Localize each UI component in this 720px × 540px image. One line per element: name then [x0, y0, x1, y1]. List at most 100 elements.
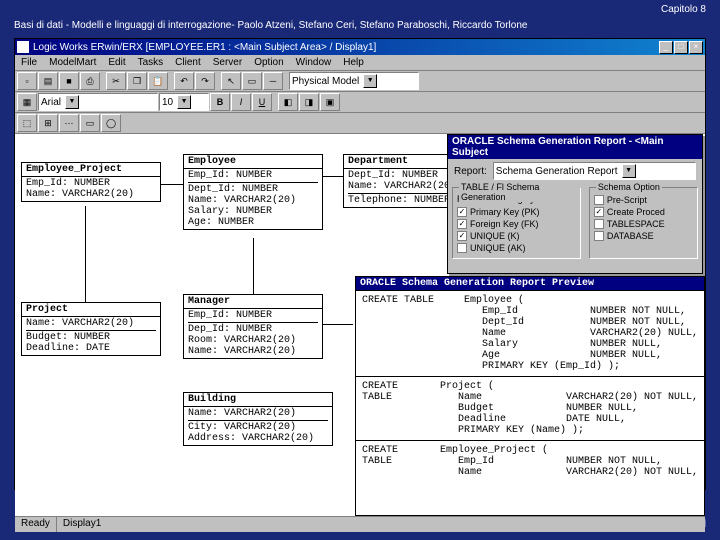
menu-edit[interactable]: Edit: [102, 56, 131, 69]
group-title: Schema Option: [596, 182, 662, 192]
chevron-down-icon[interactable]: ▼: [65, 95, 79, 109]
tb-rel-icon[interactable]: ─: [263, 72, 283, 90]
chk-unique1[interactable]: ✓UNIQUE (K): [457, 230, 576, 242]
tb-e-icon[interactable]: ◯: [101, 114, 121, 132]
chk-unique2[interactable]: UNIQUE (AK): [457, 242, 576, 254]
fontsize-text: 10: [162, 97, 173, 108]
status-display: Display1: [57, 517, 107, 532]
app-title: Logic Works ERwin/ERX [EMPLOYEE.ER1 : <M…: [33, 42, 659, 53]
menu-modelmart[interactable]: ModelMart: [43, 56, 102, 69]
rel-line: [323, 324, 353, 325]
model-combo-text: Physical Model: [292, 76, 359, 87]
entity-attr: Emp_Id: NUMBER: [188, 170, 318, 181]
tb-save-icon[interactable]: ■: [59, 72, 79, 90]
tb-italic-icon[interactable]: I: [231, 93, 251, 111]
tb-a-icon[interactable]: ⬚: [17, 114, 37, 132]
tb-copy-icon[interactable]: ❐: [127, 72, 147, 90]
entity-attr: Room: VARCHAR2(20): [188, 335, 318, 346]
menu-option[interactable]: Option: [248, 56, 289, 69]
entity-attr: Name: VARCHAR2(20): [188, 408, 328, 419]
entity-attr: Emp_Id: NUMBER: [188, 310, 318, 321]
menu-tasks[interactable]: Tasks: [132, 56, 170, 69]
entity-manager[interactable]: Manager Emp_Id: NUMBER Dep_Id: NUMBER Ro…: [183, 294, 323, 359]
entity-attr: Dept_Id: NUMBER: [188, 184, 318, 195]
entity-name: Employee: [184, 155, 322, 169]
report-preview[interactable]: ORACLE Schema Generation Report Preview …: [355, 276, 705, 516]
entity-attr: Deadline: DATE: [26, 343, 156, 354]
dialog-titlebar: ORACLE Schema Generation Report - <Main …: [448, 135, 702, 159]
entity-name: Employee_Project: [22, 163, 160, 177]
chevron-down-icon[interactable]: ▼: [622, 164, 636, 178]
font-combo-text: Arial: [41, 97, 61, 108]
fontsize-combo[interactable]: 10 ▼: [159, 93, 209, 111]
entity-building[interactable]: Building Name: VARCHAR2(20) City: VARCHA…: [183, 392, 333, 446]
tb-open-icon[interactable]: ▤: [38, 72, 58, 90]
chk-fk[interactable]: ✓Foreign Key (FK): [457, 218, 576, 230]
entity-attr: Dep_Id: NUMBER: [188, 324, 318, 335]
sql-keyword: CREATE TABLE: [356, 291, 458, 376]
schema-dialog[interactable]: ORACLE Schema Generation Report - <Main …: [447, 134, 703, 274]
entity-employee-project[interactable]: Employee_Project Emp_Id: NUMBER Name: VA…: [21, 162, 161, 202]
group-title: TABLE / Fl Schema Generation: [459, 182, 580, 202]
tb-undo-icon[interactable]: ↶: [174, 72, 194, 90]
tb-entity-icon[interactable]: ▭: [242, 72, 262, 90]
chevron-down-icon[interactable]: ▼: [363, 74, 377, 88]
tb-bold-icon[interactable]: B: [210, 93, 230, 111]
tb-color2-icon[interactable]: ◨: [299, 93, 319, 111]
sql-keyword: CREATE TABLE: [356, 377, 434, 440]
entity-attr: Age: NUMBER: [188, 217, 318, 228]
tb-color1-icon[interactable]: ◧: [278, 93, 298, 111]
chk-tablespace[interactable]: TABLESPACE: [594, 218, 693, 230]
diagram-canvas[interactable]: Employee_Project Emp_Id: NUMBER Name: VA…: [15, 134, 705, 532]
menu-window[interactable]: Window: [290, 56, 338, 69]
report-combo[interactable]: Schema Generation Report ▼: [493, 162, 696, 180]
chk-prescript[interactable]: Pre-Script: [594, 194, 693, 206]
rel-line: [161, 184, 183, 185]
model-combo[interactable]: Physical Model ▼: [289, 72, 419, 90]
chevron-down-icon[interactable]: ▼: [177, 95, 191, 109]
entity-attr: Name: VARCHAR2(20): [188, 346, 318, 357]
report-row: CREATE TABLE Employee_Project ( Emp_Id N…: [356, 440, 704, 482]
app-window: Logic Works ERwin/ERX [EMPLOYEE.ER1 : <M…: [14, 38, 706, 490]
status-bar: Ready Display1: [15, 516, 705, 532]
report-row: CREATE TABLE Employee ( Emp_Id NUMBER NO…: [356, 290, 704, 376]
tb-paste-icon[interactable]: 📋: [148, 72, 168, 90]
menu-server[interactable]: Server: [207, 56, 248, 69]
tb-new-icon[interactable]: ▫: [17, 72, 37, 90]
minimize-button[interactable]: _: [659, 41, 673, 54]
tb-cut-icon[interactable]: ✂: [106, 72, 126, 90]
toolbar-3: ⬚ ⊞ ⋯ ▭ ◯: [15, 113, 705, 134]
toolbar-2: ▦ Arial ▼ 10 ▼ B I U ◧ ◨ ▣: [15, 92, 705, 113]
entity-attr: Name: VARCHAR2(20): [26, 189, 156, 200]
chk-createproc[interactable]: ✓Create Proced: [594, 206, 693, 218]
sql-keyword: CREATE TABLE: [356, 441, 434, 482]
sql-body: Employee_Project ( Emp_Id NUMBER NOT NUL…: [434, 441, 704, 482]
chk-pk[interactable]: ✓Primary Key (PK): [457, 206, 576, 218]
tb-d-icon[interactable]: ▭: [80, 114, 100, 132]
entity-attr: Salary: NUMBER: [188, 206, 318, 217]
chk-database[interactable]: DATABASE: [594, 230, 693, 242]
tb-b-icon[interactable]: ⊞: [38, 114, 58, 132]
maximize-button[interactable]: □: [674, 41, 688, 54]
sql-body: Employee ( Emp_Id NUMBER NOT NULL, Dept_…: [458, 291, 704, 376]
entity-attr: Emp_Id: NUMBER: [26, 178, 156, 189]
entity-employee[interactable]: Employee Emp_Id: NUMBER Dept_Id: NUMBER …: [183, 154, 323, 230]
close-button[interactable]: ×: [689, 41, 703, 54]
report-combo-text: Schema Generation Report: [496, 166, 618, 177]
font-combo[interactable]: Arial ▼: [38, 93, 158, 111]
tb-c-icon[interactable]: ⋯: [59, 114, 79, 132]
tb-item-icon[interactable]: ▦: [17, 93, 37, 111]
report-title: ORACLE Schema Generation Report Preview: [356, 277, 704, 290]
tb-color3-icon[interactable]: ▣: [320, 93, 340, 111]
entity-project[interactable]: Project Name: VARCHAR2(20) Budget: NUMBE…: [21, 302, 161, 356]
menu-help[interactable]: Help: [337, 56, 370, 69]
tb-redo-icon[interactable]: ↷: [195, 72, 215, 90]
sql-body: Project ( Name VARCHAR2(20) NOT NULL, Bu…: [434, 377, 704, 440]
menu-client[interactable]: Client: [169, 56, 207, 69]
tb-underline-icon[interactable]: U: [252, 93, 272, 111]
menu-file[interactable]: File: [15, 56, 43, 69]
app-icon: [17, 41, 29, 53]
tb-print-icon[interactable]: ⎙: [80, 72, 100, 90]
tb-ptr-icon[interactable]: ↖: [221, 72, 241, 90]
entity-name: Manager: [184, 295, 322, 309]
